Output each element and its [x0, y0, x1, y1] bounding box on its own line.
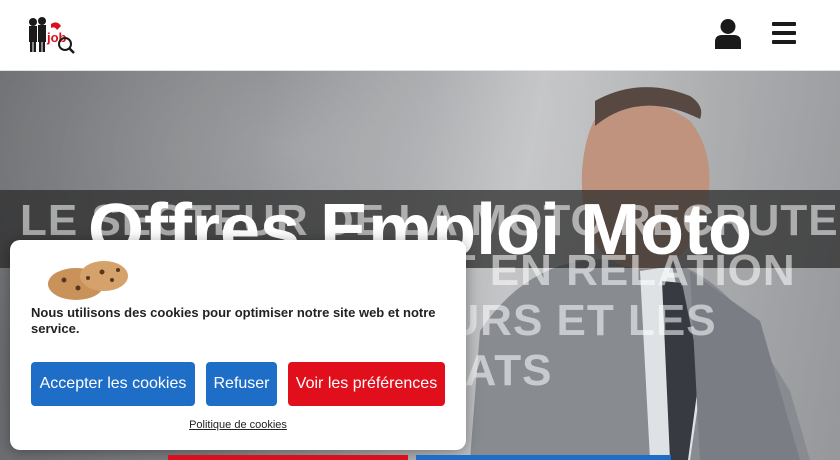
- cookies-image: [48, 261, 128, 300]
- site-header: job: [0, 0, 840, 71]
- partial-blue-button[interactable]: [416, 455, 671, 460]
- refuse-cookies-button[interactable]: Refuser: [206, 362, 277, 406]
- user-icon: [715, 19, 741, 49]
- cookie-message: Nous utilisons des cookies pour optimise…: [31, 305, 436, 336]
- accept-cookies-button[interactable]: Accepter les cookies: [31, 362, 195, 406]
- site-logo[interactable]: job: [27, 16, 75, 54]
- main-menu-button[interactable]: [770, 20, 798, 46]
- hamburger-menu-icon: [772, 22, 796, 44]
- cookie-consent-dialog: Nous utilisons des cookies pour optimise…: [10, 240, 466, 450]
- view-preferences-button[interactable]: Voir les préférences: [288, 362, 445, 406]
- cookie-policy-link[interactable]: Politique de cookies: [10, 419, 466, 431]
- partial-red-button[interactable]: [168, 455, 408, 460]
- user-account-button[interactable]: [714, 18, 742, 50]
